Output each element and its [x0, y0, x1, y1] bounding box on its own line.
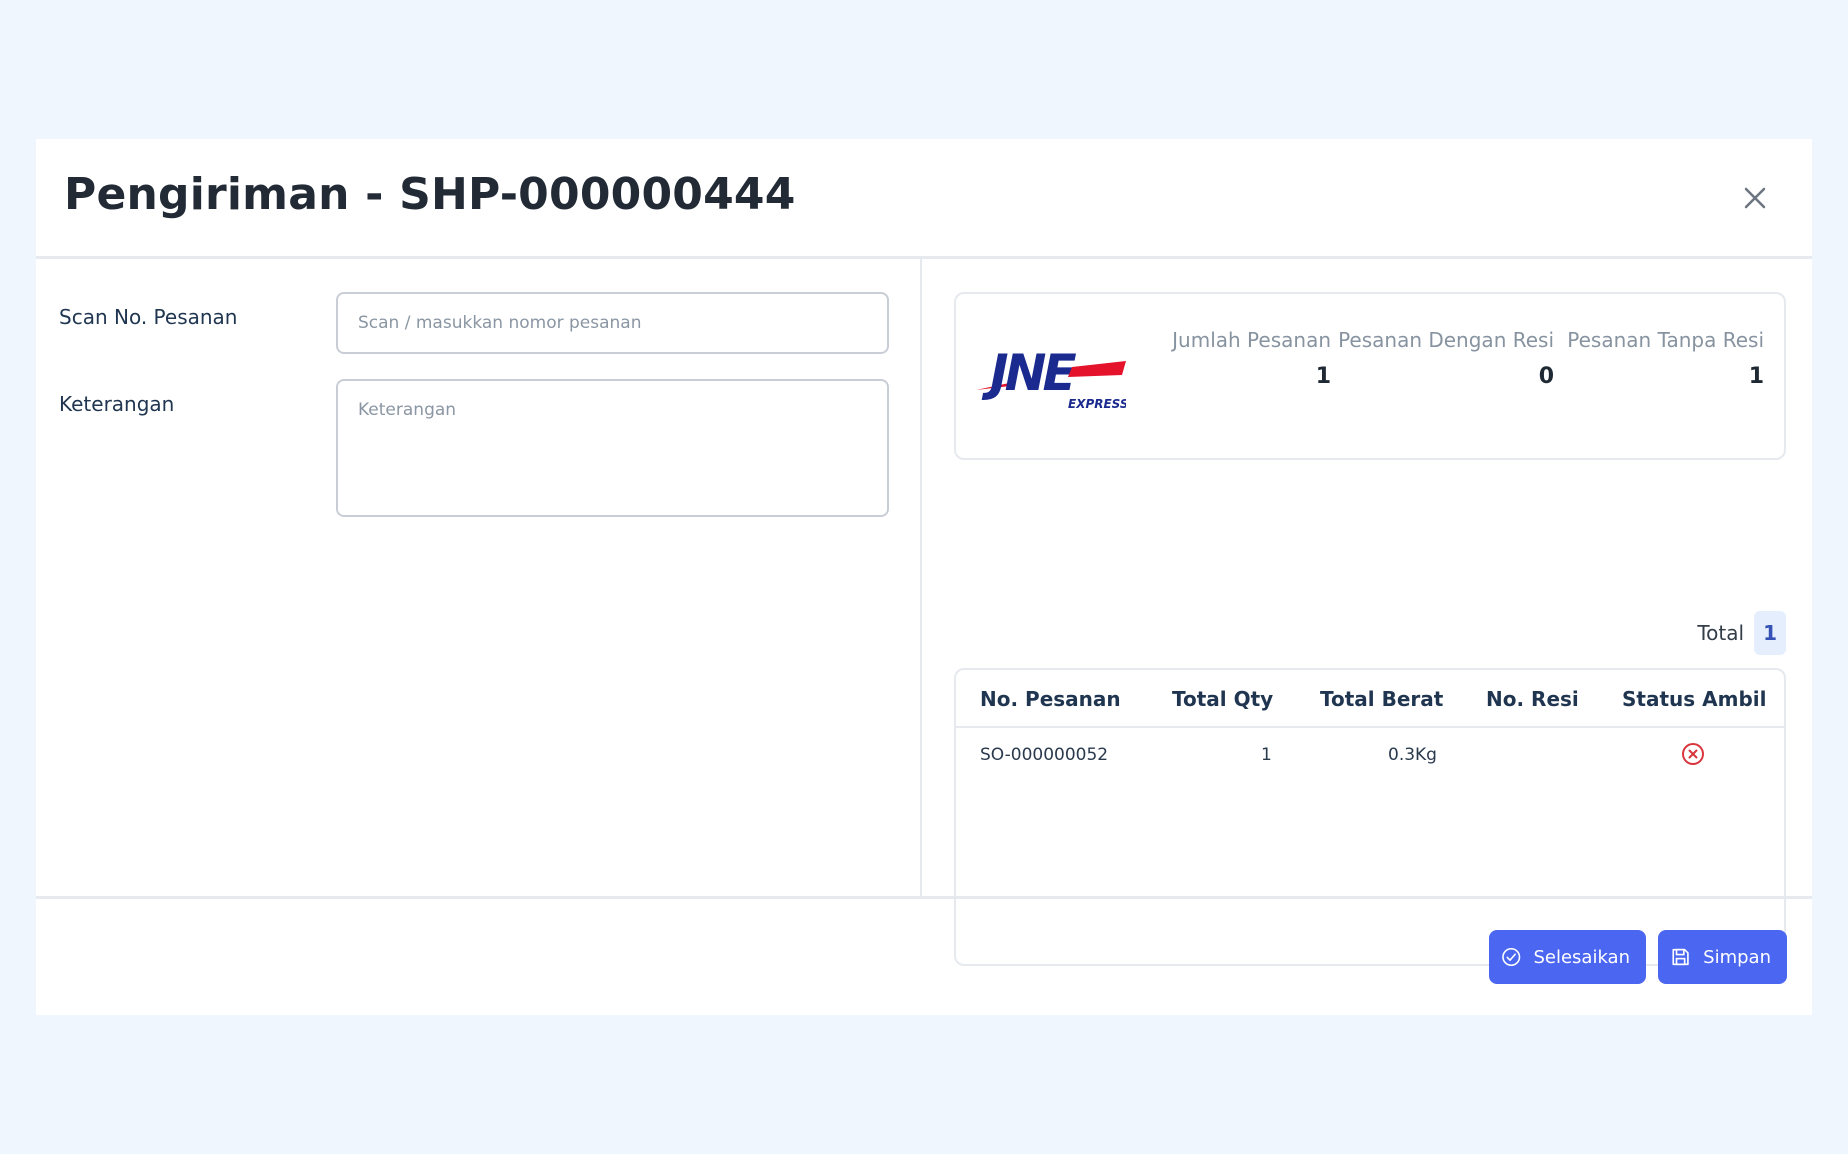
scan-order-label: Scan No. Pesanan	[59, 305, 238, 329]
header-total-qty[interactable]: Total Qty	[1172, 687, 1273, 711]
note-label: Keterangan	[59, 392, 175, 416]
complete-button[interactable]: Selesaikan	[1489, 930, 1646, 984]
modal-title: Pengiriman - SHP-000000444	[64, 169, 796, 220]
cell-total-qty: 1	[1261, 745, 1272, 765]
cell-total-weight: 0.3Kg	[1388, 745, 1437, 765]
shipment-modal: Pengiriman - SHP-000000444 Scan No. Pesa…	[36, 139, 1812, 1015]
jne-logo: JNE EXPRESS	[976, 344, 1126, 411]
complete-button-label: Selesaikan	[1533, 946, 1630, 968]
total-row: Total 1	[1697, 611, 1786, 655]
table-header: No. Pesanan Total Qty Total Berat No. Re…	[956, 670, 1784, 728]
cell-order-no: SO-000000052	[980, 745, 1109, 765]
cell-pickup-status	[1681, 742, 1705, 771]
close-icon	[1744, 187, 1766, 209]
header-receipt-no[interactable]: No. Resi	[1486, 687, 1579, 711]
stat-with-receipt: Pesanan Dengan Resi 0	[1338, 328, 1554, 389]
stat-without-receipt-label: Pesanan Tanpa Resi	[1567, 328, 1764, 352]
stat-total-orders: Jumlah Pesanan 1	[1172, 328, 1331, 389]
courier-card: JNE EXPRESS Jumlah Pesanan 1 Pesanan Den…	[954, 292, 1786, 460]
header-pickup-status[interactable]: Status Ambil	[1622, 687, 1766, 711]
x-circle-icon	[1682, 743, 1704, 765]
scan-order-placeholder: Scan / masukkan nomor pesanan	[358, 313, 642, 333]
stat-without-receipt: Pesanan Tanpa Resi 1	[1567, 328, 1764, 389]
header-total-weight[interactable]: Total Berat	[1320, 687, 1443, 711]
note-textarea[interactable]: Keterangan	[336, 379, 889, 517]
note-placeholder: Keterangan	[358, 400, 457, 420]
stat-total-orders-value: 1	[1315, 364, 1331, 389]
total-label: Total	[1697, 621, 1745, 645]
scan-order-input[interactable]: Scan / masukkan nomor pesanan	[336, 292, 889, 354]
save-button-label: Simpan	[1703, 946, 1771, 968]
svg-text:EXPRESS: EXPRESS	[1068, 397, 1126, 411]
stat-with-receipt-label: Pesanan Dengan Resi	[1338, 328, 1554, 352]
svg-text:JNE: JNE	[981, 344, 1076, 402]
summary-section: JNE EXPRESS Jumlah Pesanan 1 Pesanan Den…	[954, 259, 1786, 966]
close-button[interactable]	[1738, 181, 1772, 215]
stat-total-orders-label: Jumlah Pesanan	[1172, 328, 1331, 352]
check-circle-icon	[1502, 947, 1521, 967]
table-row[interactable]: SO-000000052 1 0.3Kg	[956, 728, 1784, 782]
total-badge: 1	[1754, 611, 1786, 655]
modal-body: Scan No. Pesanan Scan / masukkan nomor p…	[36, 259, 1812, 966]
save-icon	[1672, 948, 1689, 966]
modal-header: Pengiriman - SHP-000000444	[36, 139, 1812, 259]
modal-footer: Selesaikan Simpan	[36, 899, 1812, 1012]
header-order-no[interactable]: No. Pesanan	[980, 687, 1121, 711]
stat-without-receipt-value: 1	[1748, 364, 1764, 389]
save-button[interactable]: Simpan	[1658, 930, 1787, 984]
form-section: Scan No. Pesanan Scan / masukkan nomor p…	[36, 259, 922, 896]
stat-with-receipt-value: 0	[1538, 364, 1554, 389]
